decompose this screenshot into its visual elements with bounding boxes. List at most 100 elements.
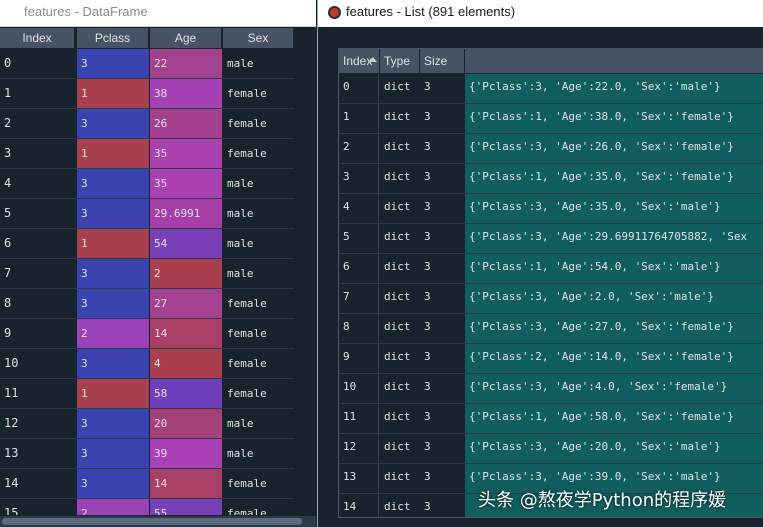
pclass-cell[interactable]: 3 bbox=[77, 169, 149, 198]
list-row[interactable]: 8 dict 3 {'Pclass':3, 'Age':27.0, 'Sex':'fe… bbox=[339, 314, 763, 344]
sex-cell[interactable]: female bbox=[223, 469, 293, 498]
pclass-cell[interactable]: 3 bbox=[77, 109, 149, 138]
scrollbar-thumb[interactable] bbox=[2, 518, 302, 525]
value-cell[interactable]: {'Pclass':1, 'Age':38.0, 'Sex':'female'} bbox=[465, 104, 763, 133]
row-index-cell[interactable]: 10 bbox=[0, 349, 73, 378]
row-index-cell[interactable]: 3 bbox=[339, 164, 379, 193]
sex-cell[interactable]: male bbox=[223, 49, 293, 78]
size-cell[interactable]: 3 bbox=[420, 194, 464, 223]
pclass-cell[interactable]: 1 bbox=[77, 79, 149, 108]
size-cell[interactable]: 3 bbox=[420, 494, 464, 517]
value-cell[interactable]: {'Pclass':1, 'Age':54.0, 'Sex':'male'} bbox=[465, 254, 763, 283]
list-row[interactable]: 6 dict 3 {'Pclass':1, 'Age':54.0, 'Sex':'ma… bbox=[339, 254, 763, 284]
pclass-cell[interactable]: 2 bbox=[77, 499, 149, 515]
type-cell[interactable]: dict bbox=[380, 254, 419, 283]
sex-cell[interactable]: female bbox=[223, 139, 293, 168]
row-index-cell[interactable]: 12 bbox=[0, 409, 73, 438]
table-row[interactable]: 0 3 22 male bbox=[0, 49, 316, 79]
row-index-cell[interactable]: 13 bbox=[339, 464, 379, 493]
dataframe-horizontal-scrollbar[interactable] bbox=[0, 516, 316, 527]
age-cell[interactable]: 54 bbox=[150, 229, 222, 258]
row-index-cell[interactable]: 10 bbox=[339, 374, 379, 403]
age-cell[interactable]: 14 bbox=[150, 469, 222, 498]
size-cell[interactable]: 3 bbox=[420, 284, 464, 313]
pclass-cell[interactable]: 3 bbox=[77, 409, 149, 438]
type-cell[interactable]: dict bbox=[380, 434, 419, 463]
table-row[interactable]: 13 3 39 male bbox=[0, 439, 316, 469]
column-header-type[interactable]: Type bbox=[380, 49, 420, 73]
age-cell[interactable]: 20 bbox=[150, 409, 222, 438]
age-cell[interactable]: 39 bbox=[150, 439, 222, 468]
sex-cell[interactable]: female bbox=[223, 109, 293, 138]
age-cell[interactable]: 35 bbox=[150, 169, 222, 198]
table-row[interactable]: 10 3 4 female bbox=[0, 349, 316, 379]
row-index-cell[interactable]: 3 bbox=[0, 139, 73, 168]
sex-cell[interactable]: female bbox=[223, 349, 293, 378]
size-cell[interactable]: 3 bbox=[420, 344, 464, 373]
type-cell[interactable]: dict bbox=[380, 74, 419, 103]
list-row[interactable]: 11 dict 3 {'Pclass':1, 'Age':58.0, 'Sex':'f… bbox=[339, 404, 763, 434]
pclass-cell[interactable]: 3 bbox=[77, 469, 149, 498]
age-cell[interactable]: 2 bbox=[150, 259, 222, 288]
list-row[interactable]: 7 dict 3 {'Pclass':3, 'Age':2.0, 'Sex':'mal… bbox=[339, 284, 763, 314]
age-cell[interactable]: 58 bbox=[150, 379, 222, 408]
row-index-cell[interactable]: 4 bbox=[339, 194, 379, 223]
sex-cell[interactable]: female bbox=[223, 79, 293, 108]
value-cell[interactable]: {'Pclass':3, 'Age':27.0, 'Sex':'female'} bbox=[465, 314, 763, 343]
type-cell[interactable]: dict bbox=[380, 224, 419, 253]
value-cell[interactable]: {'Pclass':2, 'Age':14.0, 'Sex':'female'} bbox=[465, 344, 763, 373]
column-header-pclass[interactable]: Pclass bbox=[77, 28, 149, 48]
row-index-cell[interactable]: 1 bbox=[0, 79, 73, 108]
row-index-cell[interactable]: 5 bbox=[0, 199, 73, 228]
value-cell[interactable]: {'Pclass':3, 'Age':29.69911764705882, 'S… bbox=[465, 224, 763, 253]
value-cell[interactable]: {'Pclass':1, 'Age':35.0, 'Sex':'female'} bbox=[465, 164, 763, 193]
type-cell[interactable]: dict bbox=[380, 314, 419, 343]
table-row[interactable]: 14 3 14 female bbox=[0, 469, 316, 499]
row-index-cell[interactable]: 6 bbox=[0, 229, 73, 258]
sex-cell[interactable]: male bbox=[223, 229, 293, 258]
sex-cell[interactable]: male bbox=[223, 199, 293, 228]
table-row[interactable]: 3 1 35 female bbox=[0, 139, 316, 169]
size-cell[interactable]: 3 bbox=[420, 314, 464, 343]
table-row[interactable]: 9 2 14 female bbox=[0, 319, 316, 349]
row-index-cell[interactable]: 6 bbox=[339, 254, 379, 283]
age-cell[interactable]: 4 bbox=[150, 349, 222, 378]
list-row[interactable]: 0 dict 3 {'Pclass':3, 'Age':22.0, 'Sex':'ma… bbox=[339, 74, 763, 104]
row-index-cell[interactable]: 14 bbox=[339, 494, 379, 517]
sex-cell[interactable]: male bbox=[223, 169, 293, 198]
column-header-value[interactable]: Value bbox=[465, 49, 763, 73]
size-cell[interactable]: 3 bbox=[420, 164, 464, 193]
column-header-index[interactable]: Index bbox=[339, 49, 380, 73]
value-cell[interactable]: {'Pclass':3, 'Age':4.0, 'Sex':'female'} bbox=[465, 374, 763, 403]
row-index-cell[interactable]: 15 bbox=[0, 499, 73, 515]
row-index-cell[interactable]: 7 bbox=[339, 284, 379, 313]
list-row[interactable]: 12 dict 3 {'Pclass':3, 'Age':20.0, 'Sex':'m… bbox=[339, 434, 763, 464]
value-cell[interactable]: {'Pclass':3, 'Age':22.0, 'Sex':'male'} bbox=[465, 74, 763, 103]
size-cell[interactable]: 3 bbox=[420, 224, 464, 253]
pclass-cell[interactable]: 1 bbox=[77, 139, 149, 168]
column-header-age[interactable]: Age bbox=[150, 28, 222, 48]
sex-cell[interactable]: female bbox=[223, 319, 293, 348]
type-cell[interactable]: dict bbox=[380, 284, 419, 313]
sex-cell[interactable]: male bbox=[223, 259, 293, 288]
size-cell[interactable]: 3 bbox=[420, 374, 464, 403]
row-index-cell[interactable]: 1 bbox=[339, 104, 379, 133]
value-cell[interactable]: {'Pclass':3, 'Age':20.0, 'Sex':'male'} bbox=[465, 434, 763, 463]
table-row[interactable]: 12 3 20 male bbox=[0, 409, 316, 439]
type-cell[interactable]: dict bbox=[380, 374, 419, 403]
pclass-cell[interactable]: 1 bbox=[77, 229, 149, 258]
type-cell[interactable]: dict bbox=[380, 344, 419, 373]
size-cell[interactable]: 3 bbox=[420, 254, 464, 283]
list-row[interactable]: 3 dict 3 {'Pclass':1, 'Age':35.0, 'Sex':'fe… bbox=[339, 164, 763, 194]
sex-cell[interactable]: male bbox=[223, 439, 293, 468]
row-index-cell[interactable]: 12 bbox=[339, 434, 379, 463]
row-index-cell[interactable]: 0 bbox=[0, 49, 73, 78]
pclass-cell[interactable]: 1 bbox=[77, 379, 149, 408]
table-row[interactable]: 15 2 55 female bbox=[0, 499, 316, 515]
column-header-size[interactable]: Size bbox=[420, 49, 465, 73]
age-cell[interactable]: 26 bbox=[150, 109, 222, 138]
table-row[interactable]: 6 1 54 male bbox=[0, 229, 316, 259]
value-cell[interactable]: {'Pclass':3, 'Age':26.0, 'Sex':'female'} bbox=[465, 134, 763, 163]
value-cell[interactable]: {'Pclass':3, 'Age':35.0, 'Sex':'male'} bbox=[465, 194, 763, 223]
list-row[interactable]: 9 dict 3 {'Pclass':2, 'Age':14.0, 'Sex':'fe… bbox=[339, 344, 763, 374]
